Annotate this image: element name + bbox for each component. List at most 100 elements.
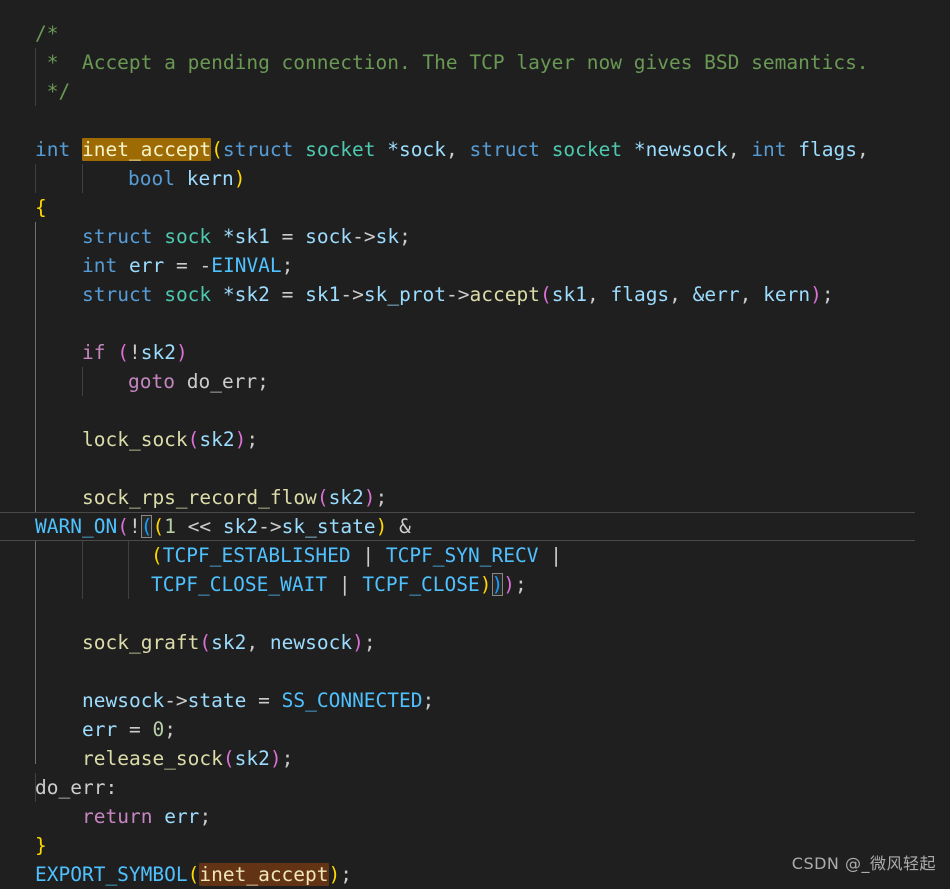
token-comma: , [445, 138, 458, 161]
token-var-sk2: sk2 [140, 341, 176, 364]
code-line-blank[interactable] [0, 106, 950, 135]
token-const-tcpf-close-wait: TCPF_CLOSE_WAIT [151, 573, 328, 596]
token-semicolon: ; [821, 283, 834, 306]
token-fn-accept: accept [469, 283, 540, 306]
token-semicolon: ; [257, 370, 269, 393]
token-paren: ) [328, 863, 341, 886]
token-macro-export-symbol: EXPORT_SYMBOL [35, 863, 188, 886]
token-var-sk2: *sk2 [222, 283, 270, 306]
token-paren: ( [539, 283, 552, 306]
code-line-blank[interactable] [0, 309, 950, 338]
token-type-sock: sock [164, 225, 212, 248]
token-comma: , [246, 631, 259, 654]
token-paren: ) [233, 167, 246, 190]
code-line[interactable]: (TCPF_ESTABLISHED | TCPF_SYN_RECV | [0, 541, 950, 570]
code-line[interactable]: */ [0, 77, 950, 106]
token-paren-matched-close: ) [491, 573, 504, 596]
token-paren: ) [375, 515, 388, 538]
token-keyword-goto: goto [128, 370, 175, 393]
token-semicolon: ; [399, 225, 411, 248]
token-keyword-struct: struct [82, 283, 153, 306]
token-arg-err: &err [692, 283, 740, 306]
token-keyword-int: int [751, 138, 787, 161]
token-member-sk-state: sk_state [281, 515, 376, 538]
token-member-state: state [187, 689, 247, 712]
token-paren: ) [234, 428, 247, 451]
token-paren: ( [187, 863, 200, 886]
token-arg-sk2: sk2 [328, 486, 364, 509]
code-line[interactable]: newsock->state = SS_CONNECTED; [0, 686, 950, 715]
token-param-newsock: *newsock [633, 138, 728, 161]
code-line[interactable]: struct sock *sk1 = sock->sk; [0, 222, 950, 251]
code-line-current[interactable]: WARN_ON(!((1 << sk2->sk_state) & [0, 512, 915, 541]
token-operator-assign: = [281, 225, 294, 248]
token-fn-lock-sock: lock_sock [82, 428, 188, 451]
token-arg-sk1: sk1 [551, 283, 587, 306]
code-line-blank[interactable] [0, 454, 950, 483]
code-line[interactable]: release_sock(sk2); [0, 744, 950, 773]
token-var-err: err [82, 718, 118, 741]
token-arg-sk2: sk2 [234, 747, 270, 770]
code-line-blank[interactable] [0, 657, 950, 686]
token-keyword-int: int [82, 254, 118, 277]
token-paren: ) [175, 341, 188, 364]
token-paren: ) [479, 573, 492, 596]
code-line[interactable]: if (!sk2) [0, 338, 950, 367]
search-match-active-inet-accept[interactable]: inet_accept [81, 138, 212, 161]
token-operator-assign: = [128, 718, 141, 741]
code-line[interactable]: int err = -EINVAL; [0, 251, 950, 280]
token-paren: ( [152, 515, 165, 538]
token-semicolon: ; [281, 747, 294, 770]
token-paren: ) [503, 573, 516, 596]
code-line[interactable]: sock_rps_record_flow(sk2); [0, 483, 950, 512]
token-comma: , [727, 138, 740, 161]
code-line[interactable]: /* [0, 19, 950, 48]
token-operator-minus: - [199, 254, 212, 277]
code-line[interactable]: { [0, 193, 950, 222]
code-line[interactable]: lock_sock(sk2); [0, 425, 950, 454]
token-member-skprot: sk_prot [363, 283, 447, 306]
token-param-kern: kern [186, 167, 234, 190]
code-content[interactable]: /* * Accept a pending connection. The TC… [0, 19, 950, 889]
token-operator-or: | [550, 544, 562, 567]
code-line[interactable]: bool kern) [0, 164, 950, 193]
token-comma: , [739, 283, 752, 306]
code-line[interactable]: goto do_err; [0, 367, 950, 396]
token-semicolon: ; [199, 805, 212, 828]
code-line[interactable]: * Accept a pending connection. The TCP l… [0, 48, 950, 77]
token-paren: ( [211, 138, 223, 161]
token-const-tcpf-syn-recv: TCPF_SYN_RECV [385, 544, 539, 567]
token-brace-close: } [35, 834, 47, 857]
code-line[interactable]: TCPF_CLOSE_WAIT | TCPF_CLOSE))); [0, 570, 950, 599]
code-line-blank[interactable] [0, 396, 950, 425]
token-operator-arrow: -> [340, 283, 364, 306]
code-line-blank[interactable] [0, 599, 950, 628]
code-line[interactable]: struct sock *sk2 = sk1->sk_prot->accept(… [0, 280, 950, 309]
token-var-sk1: sk1 [305, 283, 341, 306]
token-operator-arrow: -> [164, 689, 188, 712]
token-comma: , [586, 283, 599, 306]
token-var-err: err [164, 805, 200, 828]
token-macro-warn-on: WARN_ON [35, 515, 118, 538]
code-line[interactable]: return err; [0, 802, 950, 831]
token-semicolon: ; [363, 631, 376, 654]
token-var-err: err [128, 254, 165, 277]
token-arg-kern: kern [763, 283, 811, 306]
code-line-function-signature[interactable]: int inet_accept(struct socket *sock, str… [0, 135, 950, 164]
token-paren: ) [363, 486, 376, 509]
token-number-0: 0 [152, 718, 165, 741]
token-operator-assign: = [281, 283, 294, 306]
code-line-label[interactable]: do_err: [0, 773, 950, 802]
token-semicolon: ; [375, 486, 388, 509]
search-match-inet-accept[interactable]: inet_accept [199, 863, 329, 886]
token-type-sock: sock [164, 283, 212, 306]
code-editor[interactable]: /* * Accept a pending connection. The TC… [0, 0, 950, 888]
code-line[interactable]: sock_graft(sk2, newsock); [0, 628, 950, 657]
token-semicolon: ; [246, 428, 259, 451]
token-comment-text: Accept a pending connection. The TCP lay… [58, 51, 869, 74]
token-operator-shift-left: << [187, 515, 212, 538]
code-line[interactable]: err = 0; [0, 715, 950, 744]
token-param-sock: *sock [387, 138, 446, 161]
token-fn-sock-rps-record-flow: sock_rps_record_flow [82, 486, 317, 509]
token-paren: ( [151, 544, 163, 567]
